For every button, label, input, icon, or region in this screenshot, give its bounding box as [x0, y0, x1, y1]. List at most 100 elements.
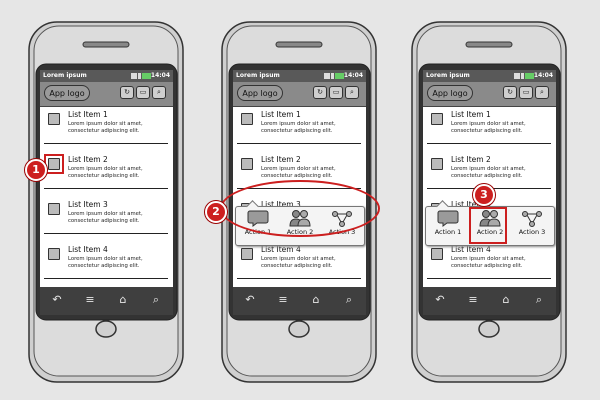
action-1-button[interactable]: Action 1	[428, 209, 468, 242]
item-checkbox[interactable]	[48, 203, 60, 215]
item-title: List Item 2	[451, 155, 491, 164]
highlight-ellipse	[220, 180, 380, 237]
divider	[44, 233, 168, 234]
item-description: Lorem ipsum dolor sit amet, consectetur …	[451, 121, 526, 134]
list-item[interactable]: List Item 1 Lorem ipsum dolor sit amet, …	[233, 108, 366, 148]
phone-step-1: Lorem ipsum 14:04 App logo ↻ ▭ ⌕ List It…	[25, 20, 187, 386]
action-label: Action 3	[518, 228, 546, 236]
refresh-button[interactable]: ↻	[120, 86, 134, 99]
highlight-box	[44, 154, 64, 174]
app-logo[interactable]: App logo	[44, 85, 90, 101]
signal-icon	[514, 73, 536, 79]
list-item[interactable]: List Item 4 Lorem ipsum dolor sit amet, …	[40, 243, 173, 283]
status-time: 14:04	[533, 72, 553, 79]
item-title: List Item 1	[68, 110, 108, 119]
menu-icon[interactable]: ≡	[466, 293, 480, 307]
status-bar: Lorem ipsum 14:04	[233, 70, 366, 82]
item-description: Lorem ipsum dolor sit amet, consectetur …	[451, 166, 526, 179]
item-checkbox[interactable]	[241, 158, 253, 170]
search-icon[interactable]: ⌕	[149, 293, 163, 307]
item-checkbox[interactable]	[431, 158, 443, 170]
list-item[interactable]: List Item 1 Lorem ipsum dolor sit amet, …	[40, 108, 173, 148]
item-checkbox[interactable]	[48, 113, 60, 125]
list-item[interactable]: List Item 3 Lorem ipsum dolor sit amet, …	[40, 198, 173, 238]
nav-bar: ↶ ≡ ⌂ ⌕	[40, 287, 173, 315]
divider	[44, 278, 168, 279]
item-title: List Item 1	[451, 110, 491, 119]
search-icon[interactable]: ⌕	[342, 293, 356, 307]
divider	[237, 143, 361, 144]
app-logo[interactable]: App logo	[427, 85, 473, 101]
chat-icon	[437, 210, 459, 227]
item-title: List Item 3	[68, 200, 108, 209]
item-checkbox[interactable]	[431, 248, 443, 260]
item-description: Lorem ipsum dolor sit amet, consectetur …	[261, 256, 336, 269]
home-icon[interactable]: ⌂	[309, 293, 323, 307]
item-title: List Item 4	[68, 245, 108, 254]
step-badge-2: 2	[205, 201, 227, 223]
item-description: Lorem ipsum dolor sit amet, consectetur …	[261, 166, 336, 179]
divider	[237, 278, 361, 279]
refresh-button[interactable]: ↻	[503, 86, 517, 99]
step-badge-3: 3	[473, 184, 495, 206]
chat-button[interactable]: ▭	[136, 86, 150, 99]
app-logo[interactable]: App logo	[237, 85, 283, 101]
search-button[interactable]: ⌕	[535, 86, 549, 99]
item-description: Lorem ipsum dolor sit amet, consectetur …	[68, 166, 143, 179]
signal-icon	[131, 73, 153, 79]
nav-bar: ↶ ≡ ⌂ ⌕	[233, 287, 366, 315]
status-bar: Lorem ipsum 14:04	[40, 70, 173, 82]
item-description: Lorem ipsum dolor sit amet, consectetur …	[451, 256, 526, 269]
item-checkbox[interactable]	[431, 113, 443, 125]
signal-icon	[324, 73, 346, 79]
status-bar: Lorem ipsum 14:04	[423, 70, 556, 82]
phone-step-2: Lorem ipsum 14:04 App logo ↻ ▭ ⌕ List It…	[205, 20, 380, 386]
menu-icon[interactable]: ≡	[276, 293, 290, 307]
divider	[44, 188, 168, 189]
step-badge-1: 1	[25, 159, 47, 181]
title-bar: App logo ↻ ▭ ⌕	[233, 82, 366, 107]
phone-screen: Lorem ipsum 14:04 App logo ↻ ▭ ⌕ List It…	[40, 70, 173, 315]
phone-step-3: Lorem ipsum 14:04 App logo ↻ ▭ ⌕ List It…	[408, 20, 570, 386]
back-icon[interactable]: ↶	[243, 293, 257, 307]
item-title: List Item 4	[261, 245, 301, 254]
item-description: Lorem ipsum dolor sit amet, consectetur …	[261, 121, 336, 134]
status-title: Lorem ipsum	[236, 72, 280, 79]
search-icon[interactable]: ⌕	[532, 293, 546, 307]
item-title: List Item 2	[68, 155, 108, 164]
status-title: Lorem ipsum	[43, 72, 87, 79]
chat-button[interactable]: ▭	[519, 86, 533, 99]
item-description: Lorem ipsum dolor sit amet, consectetur …	[68, 256, 143, 269]
refresh-button[interactable]: ↻	[313, 86, 327, 99]
divider	[44, 143, 168, 144]
title-bar: App logo ↻ ▭ ⌕	[423, 82, 556, 107]
home-icon[interactable]: ⌂	[116, 293, 130, 307]
item-checkbox[interactable]	[241, 113, 253, 125]
title-bar: App logo ↻ ▭ ⌕	[40, 82, 173, 107]
menu-icon[interactable]: ≡	[83, 293, 97, 307]
item-checkbox[interactable]	[48, 248, 60, 260]
item-checkbox[interactable]	[241, 248, 253, 260]
status-title: Lorem ipsum	[426, 72, 470, 79]
item-description: Lorem ipsum dolor sit amet, consectetur …	[68, 211, 143, 224]
action-3-button[interactable]: Action 3	[512, 209, 552, 242]
search-button[interactable]: ⌕	[152, 86, 166, 99]
chat-button[interactable]: ▭	[329, 86, 343, 99]
home-icon[interactable]: ⌂	[499, 293, 513, 307]
status-time: 14:04	[150, 72, 170, 79]
action-label: Action 1	[434, 228, 462, 236]
back-icon[interactable]: ↶	[50, 293, 64, 307]
list-item[interactable]: List Item 1 Lorem ipsum dolor sit amet, …	[423, 108, 556, 148]
nav-bar: ↶ ≡ ⌂ ⌕	[423, 287, 556, 315]
list-item[interactable]: List Item 4 Lorem ipsum dolor sit amet, …	[423, 243, 556, 283]
item-title: List Item 4	[451, 245, 491, 254]
back-icon[interactable]: ↶	[433, 293, 447, 307]
highlight-box	[469, 207, 507, 244]
list-item[interactable]: List Item 4 Lorem ipsum dolor sit amet, …	[233, 243, 366, 283]
divider	[427, 143, 551, 144]
status-time: 14:04	[343, 72, 363, 79]
divider	[427, 278, 551, 279]
item-title: List Item 2	[261, 155, 301, 164]
search-button[interactable]: ⌕	[345, 86, 359, 99]
item-title: List Item 1	[261, 110, 301, 119]
